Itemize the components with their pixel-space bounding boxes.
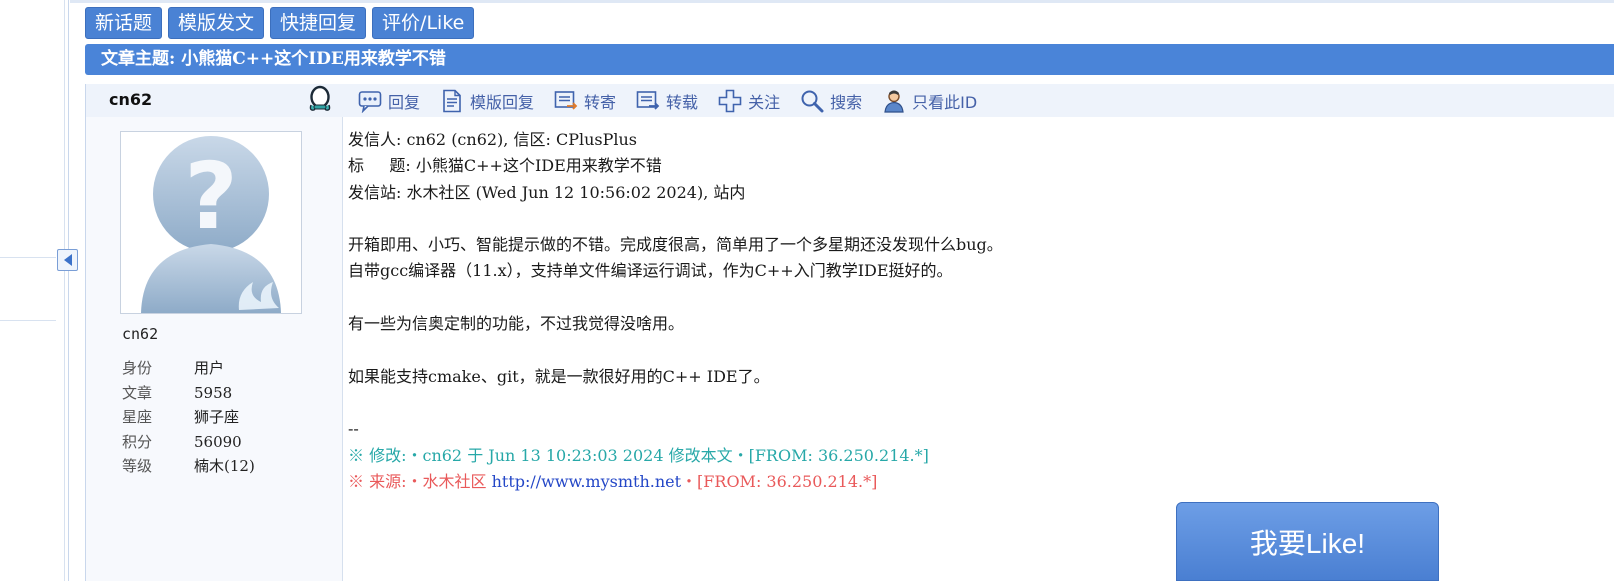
stat-row: 积分 56090 [122,430,255,455]
only-this-id-label: 只看此ID [912,92,978,112]
search-label: 搜索 [830,92,863,112]
only-this-id-link[interactable]: 只看此ID [882,89,977,113]
thread-title: 文章主题: 小熊猫C++这个IDE用来教学不错 [85,44,1614,75]
thread-actions: 新话题 模版发文 快捷回复 评价/Like [85,7,475,39]
repost-link[interactable]: 转载 [636,89,698,113]
sidebar-border [64,0,65,581]
top-border [70,0,1614,3]
follow-link[interactable]: 关注 [718,89,780,113]
template-reply-label: 模版回复 [470,92,535,112]
template-post-button[interactable]: 模版发文 [168,7,265,39]
source-suffix: ・[FROM: 36.250.214.*] [681,471,878,491]
forward-label: 转寄 [584,92,617,112]
left-sidebar-collapsed [0,0,69,581]
svg-text:?: ? [184,143,237,250]
post-body: 发信人: cn62 (cn62), 信区: CPlusPlus 标 题: 小熊猫… [348,127,1548,495]
author-name[interactable]: cn62 [109,88,152,112]
sidebar-divider [0,257,56,258]
template-reply-icon [443,89,461,112]
stat-row: 星座 狮子座 [122,405,255,430]
stat-value: 楠木(12) [194,457,255,475]
post-subject: 标 题: 小熊猫C++这个IDE用来教学不错 [348,156,662,176]
post-paragraph: 自带gcc编译器（11.x），支持单文件编译运行调试，作为C++入门教学IDE挺… [348,261,953,281]
signature-separator: -- [348,419,359,439]
search-icon [801,90,824,112]
post-station: 发信站: 水木社区 (Wed Jun 12 10:56:02 2024), 站内 [348,182,746,202]
post-paragraph: 如果能支持cmake、git，就是一款很好用的C++ IDE了。 [348,366,770,386]
quick-reply-button[interactable]: 快捷回复 [270,7,367,39]
stat-row: 身份 用户 [122,356,255,381]
stat-row: 文章 5958 [122,381,255,406]
only-id-icon [884,90,904,113]
source-link[interactable]: http://www.mysmth.net [492,472,681,491]
follow-icon [718,89,742,112]
stat-row: 等级 楠木(12) [122,454,255,479]
stat-key: 身份 [122,359,153,377]
post-paragraph: 有一些为信奥定制的功能，不过我觉得没啥用。 [348,314,685,334]
sidebar-divider [0,320,56,321]
stat-key: 积分 [122,432,153,451]
follow-label: 关注 [748,92,781,112]
collapse-arrow-icon [63,254,72,266]
search-link[interactable]: 搜索 [800,89,862,113]
qq-icon[interactable] [307,85,333,113]
new-topic-button[interactable]: 新话题 [85,7,163,39]
reply-icon [358,90,382,113]
sidebar-toggle-button[interactable] [57,249,78,271]
avatar[interactable]: ? [120,131,302,314]
reply-link[interactable]: 回复 [358,89,420,113]
reply-label: 回复 [388,92,421,112]
rate-like-button[interactable]: 评价/Like [372,7,475,39]
stat-value: 用户 [194,359,225,377]
source-prefix: ※ 来源:・水木社区 [348,471,492,491]
stat-value: 5958 [194,383,233,402]
author-id: cn62 [122,325,159,343]
modified-note: ※ 修改:・cn62 于 Jun 13 10:23:03 2024 修改本文・[… [348,445,929,465]
repost-label: 转载 [666,92,699,112]
author-stats: 身份 用户 文章 5958 星座 狮子座 积分 56090 等级 楠木(12) [122,356,255,479]
source-note: ※ 来源:・水木社区 http://www.mysmth.net・[FROM: … [348,469,1548,495]
stat-value: 56090 [194,432,242,451]
post-sender: 发信人: cn62 (cn62), 信区: CPlusPlus [348,130,637,149]
post-paragraph: 开箱即用、小巧、智能提示做的不错。完成度很高，简单用了一个多星期还没发现什么bu… [348,235,1003,255]
stat-key: 星座 [122,408,153,426]
post-toolbar: 回复 模版回复 转寄 转载 关注 搜索 只看此ID [358,84,977,117]
author-sidebar: ? cn62 身份 用户 文章 5958 星座 狮子座 积分 56090 等级 … [86,117,343,581]
forward-link[interactable]: 转寄 [554,89,616,113]
template-reply-link[interactable]: 模版回复 [440,89,534,113]
stat-key: 文章 [122,383,153,402]
stat-key: 等级 [122,457,153,475]
repost-icon [636,90,660,110]
like-button[interactable]: 我要Like! [1176,502,1439,581]
forward-icon [554,90,578,110]
default-avatar-icon: ? [141,136,281,313]
stat-value: 狮子座 [194,408,240,426]
